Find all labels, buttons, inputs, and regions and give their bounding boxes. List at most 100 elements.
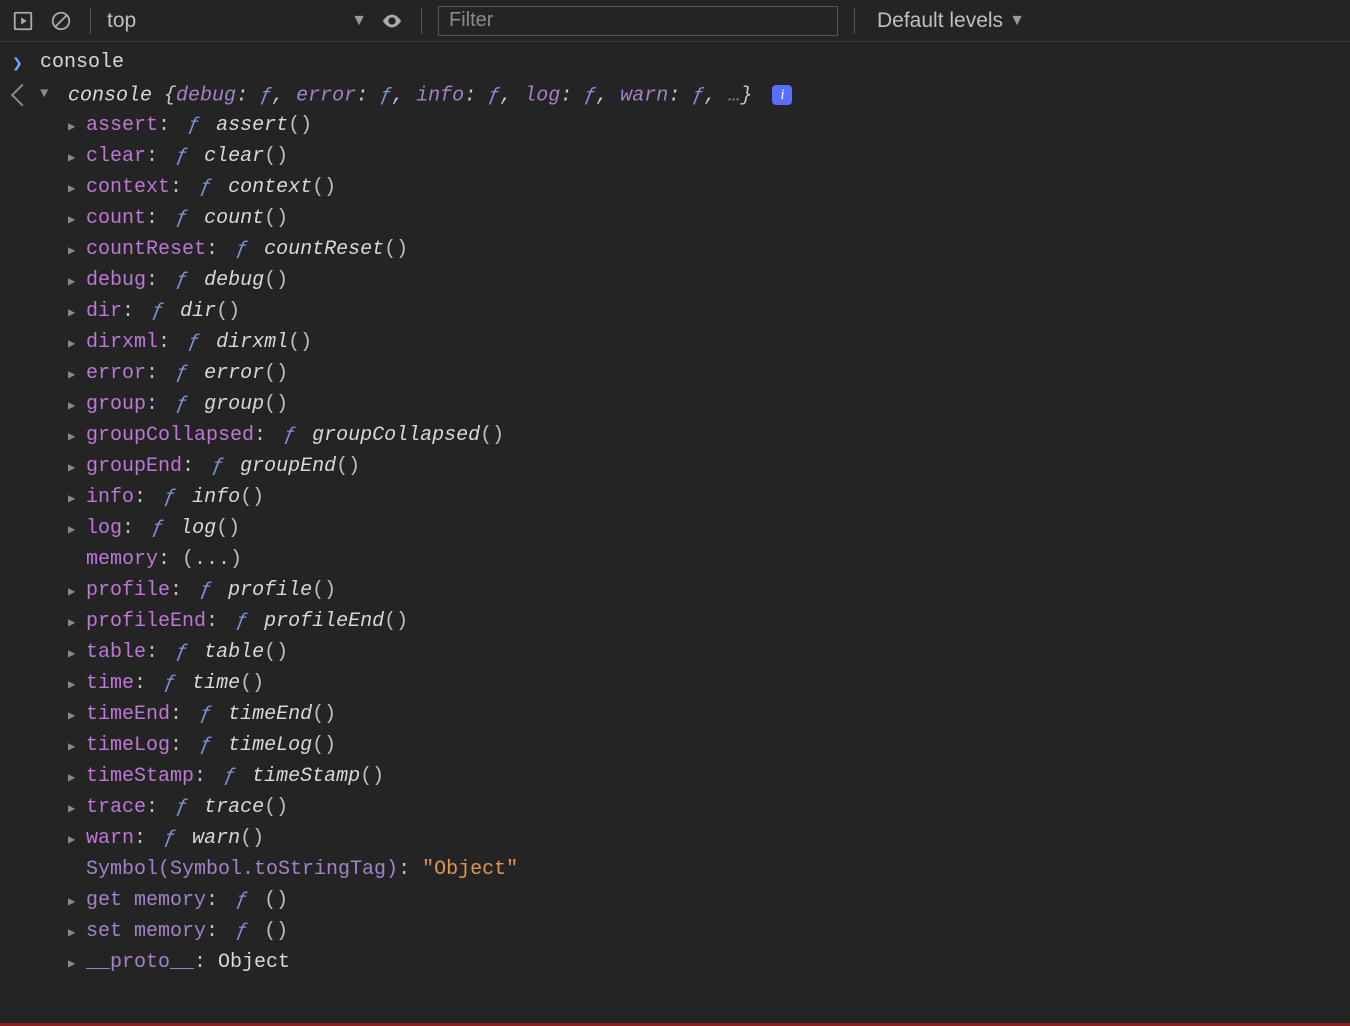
property-key: table	[86, 641, 146, 664]
property-row[interactable]: ▶info: ƒ info()	[68, 483, 1350, 514]
info-icon[interactable]: i	[772, 85, 792, 105]
expand-toggle[interactable]: ▶	[68, 608, 82, 638]
property-row[interactable]: ▶memory: (...)	[68, 545, 1350, 576]
expand-toggle[interactable]: ▶	[68, 887, 82, 917]
collapse-toggle[interactable]: ▼	[40, 79, 56, 109]
property-key: info	[86, 486, 134, 509]
console-toolbar: top ▼ Default levels ▼	[0, 0, 1350, 42]
property-row[interactable]: ▶get memory: ƒ ()	[68, 886, 1350, 917]
property-key: dir	[86, 300, 122, 323]
property-key: warn	[86, 827, 134, 850]
console-result-row[interactable]: ▼ console {debug: ƒ, error: ƒ, info: ƒ, …	[0, 80, 1350, 979]
expand-toggle[interactable]: ▶	[68, 639, 82, 669]
property-key: timeStamp	[86, 765, 194, 788]
property-row[interactable]: ▶profile: ƒ profile()	[68, 576, 1350, 607]
property-row[interactable]: ▶context: ƒ context()	[68, 173, 1350, 204]
expand-toggle[interactable]: ▶	[68, 825, 82, 855]
property-row[interactable]: ▶assert: ƒ assert()	[68, 111, 1350, 142]
property-row[interactable]: ▶dirxml: ƒ dirxml()	[68, 328, 1350, 359]
expand-toggle[interactable]: ▶	[68, 267, 82, 297]
expand-toggle[interactable]: ▶	[68, 298, 82, 328]
property-row[interactable]: ▶countReset: ƒ countReset()	[68, 235, 1350, 266]
property-row[interactable]: ▶debug: ƒ debug()	[68, 266, 1350, 297]
property-key: context	[86, 176, 170, 199]
property-key: groupCollapsed	[86, 424, 254, 447]
expand-toggle[interactable]: ▶	[68, 329, 82, 359]
levels-label: Default levels	[877, 9, 1003, 33]
expand-toggle[interactable]: ▶	[68, 236, 82, 266]
log-level-selector[interactable]: Default levels ▼	[871, 9, 1031, 33]
property-key: dirxml	[86, 331, 158, 354]
context-label: top	[107, 9, 136, 33]
property-key: trace	[86, 796, 146, 819]
expand-toggle[interactable]: ▶	[68, 949, 82, 979]
property-row[interactable]: ▶table: ƒ table()	[68, 638, 1350, 669]
console-input-row[interactable]: ❯ console	[0, 48, 1350, 80]
expand-toggle[interactable]: ▶	[68, 577, 82, 607]
live-expression-button[interactable]	[379, 8, 405, 34]
object-properties-tree: ▶assert: ƒ assert()▶clear: ƒ clear()▶con…	[40, 111, 1350, 979]
expand-toggle[interactable]: ▶	[68, 515, 82, 545]
expand-toggle[interactable]: ▶	[68, 112, 82, 142]
property-key: groupEnd	[86, 455, 182, 478]
expand-toggle[interactable]: ▶	[68, 174, 82, 204]
expand-toggle[interactable]: ▶	[68, 763, 82, 793]
expand-toggle[interactable]: ▶	[68, 205, 82, 235]
property-row[interactable]: ▶error: ƒ error()	[68, 359, 1350, 390]
property-row[interactable]: ▶set memory: ƒ ()	[68, 917, 1350, 948]
property-row[interactable]: ▶timeStamp: ƒ timeStamp()	[68, 762, 1350, 793]
filter-input[interactable]	[438, 6, 838, 36]
property-row[interactable]: ▶warn: ƒ warn()	[68, 824, 1350, 855]
expand-toggle[interactable]: ▶	[68, 453, 82, 483]
property-key: countReset	[86, 238, 206, 261]
chevron-down-icon: ▼	[1009, 12, 1025, 30]
property-row[interactable]: ▶__proto__: Object	[68, 948, 1350, 979]
property-row[interactable]: ▶time: ƒ time()	[68, 669, 1350, 700]
expand-toggle[interactable]: ▶	[68, 732, 82, 762]
expand-toggle[interactable]: ▶	[68, 484, 82, 514]
property-row[interactable]: ▶trace: ƒ trace()	[68, 793, 1350, 824]
clear-console-button[interactable]	[48, 8, 74, 34]
property-key: assert	[86, 114, 158, 137]
expand-toggle[interactable]: ▶	[68, 391, 82, 421]
toolbar-divider	[421, 8, 422, 34]
property-key: time	[86, 672, 134, 695]
property-row[interactable]: ▶dir: ƒ dir()	[68, 297, 1350, 328]
property-key: memory	[86, 548, 158, 571]
expand-toggle[interactable]: ▶	[68, 143, 82, 173]
property-row[interactable]: ▶groupCollapsed: ƒ groupCollapsed()	[68, 421, 1350, 452]
property-key: profileEnd	[86, 610, 206, 633]
property-key: timeEnd	[86, 703, 170, 726]
toolbar-divider	[90, 8, 91, 34]
expand-toggle[interactable]: ▶	[68, 360, 82, 390]
expand-toggle[interactable]: ▶	[68, 701, 82, 731]
property-row[interactable]: ▶group: ƒ group()	[68, 390, 1350, 421]
expand-toggle[interactable]: ▶	[68, 422, 82, 452]
property-row[interactable]: ▶groupEnd: ƒ groupEnd()	[68, 452, 1350, 483]
property-key: log	[86, 517, 122, 540]
property-row[interactable]: ▶timeLog: ƒ timeLog()	[68, 731, 1350, 762]
property-key: __proto__	[86, 951, 194, 974]
toggle-console-drawer-button[interactable]	[10, 8, 36, 34]
expand-toggle[interactable]: ▶	[68, 794, 82, 824]
chevron-down-icon: ▼	[351, 12, 367, 30]
property-row[interactable]: ▶log: ƒ log()	[68, 514, 1350, 545]
property-row[interactable]: ▶timeEnd: ƒ timeEnd()	[68, 700, 1350, 731]
property-row[interactable]: ▶profileEnd: ƒ profileEnd()	[68, 607, 1350, 638]
toolbar-divider	[854, 8, 855, 34]
property-row[interactable]: ▶clear: ƒ clear()	[68, 142, 1350, 173]
property-key: get memory	[86, 889, 206, 912]
property-key: set memory	[86, 920, 206, 943]
property-row[interactable]: ▶count: ƒ count()	[68, 204, 1350, 235]
execution-context-selector[interactable]: top ▼	[107, 9, 367, 33]
return-icon	[12, 80, 40, 112]
property-key: error	[86, 362, 146, 385]
expand-toggle[interactable]: ▶	[68, 670, 82, 700]
expand-toggle[interactable]: ▶	[68, 918, 82, 948]
object-summary[interactable]: console {debug: ƒ, error: ƒ, info: ƒ, lo…	[68, 84, 752, 107]
prompt-icon: ❯	[12, 48, 40, 80]
property-row[interactable]: ▶Symbol(Symbol.toStringTag): "Object"	[68, 855, 1350, 886]
input-expression: console	[40, 51, 124, 74]
console-output: ❯ console ▼ console {debug: ƒ, error: ƒ,…	[0, 42, 1350, 979]
property-key: timeLog	[86, 734, 170, 757]
